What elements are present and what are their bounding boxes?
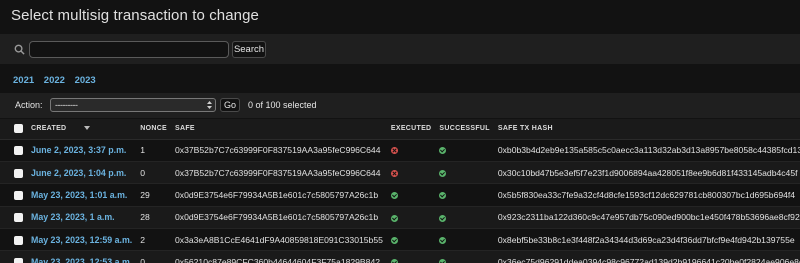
safe-tx-hash-cell: 0x923c2311ba122d360c9c47e957db75c090ed90… [493, 206, 800, 230]
successful-cell [435, 228, 494, 252]
row-checkbox[interactable] [14, 168, 23, 178]
nonce-cell: 29 [136, 183, 172, 207]
row-checkbox-cell [0, 161, 27, 185]
page-title: Select multisig transaction to change [11, 7, 259, 24]
safe-cell: 0x37B52b7C7c63999F0F837519AA3a95feC996C6… [171, 139, 387, 162]
action-select-value: --------- [55, 100, 78, 110]
safe-cell: 0x56210c87e89CFC360b44644604F3F75a1829B8… [171, 250, 387, 263]
created-link[interactable]: May 23, 2023, 1 a.m. [27, 206, 137, 230]
check-circle-icon [439, 147, 447, 155]
table-row: May 23, 2023, 12:53 a.m. 0 0x56210c87e89CF… [0, 250, 800, 263]
successful-cell [435, 206, 494, 230]
nonce-cell: 0 [136, 161, 172, 185]
row-checkbox-cell [0, 206, 27, 230]
safe-tx-hash-cell: 0xb0b3b4d2eb9e135a585c5c0aecc3a113d32ab3… [493, 139, 800, 162]
search-icon [14, 44, 25, 55]
check-circle-icon [439, 169, 447, 177]
select-arrows-icon [207, 101, 212, 109]
selected-count: 0 of 100 selected [248, 100, 317, 110]
successful-cell [435, 161, 494, 185]
row-checkbox-cell [0, 183, 27, 207]
action-select[interactable]: --------- [50, 98, 216, 112]
check-circle-icon [439, 236, 447, 244]
check-circle-icon [390, 236, 398, 244]
executed-cell [386, 139, 436, 162]
column-header-safe-tx-hash[interactable]: SAFE TX HASH [493, 119, 800, 140]
created-link[interactable]: May 23, 2023, 1:01 a.m. [27, 183, 137, 207]
nonce-cell: 28 [136, 206, 172, 230]
year-link-2021[interactable]: 2021 [13, 75, 34, 86]
row-checkbox[interactable] [14, 146, 23, 156]
table-header-row: CREATED NONCE SAFE EXECUTED SUCCESSFUL S… [0, 119, 800, 140]
safe-tx-hash-cell: 0x5b5f830ea33c7fe9a32cf4d8cfe1593cf12dc6… [493, 183, 800, 207]
created-link[interactable]: June 2, 2023, 1:04 p.m. [27, 161, 137, 185]
cross-circle-icon [390, 169, 398, 177]
executed-cell [386, 206, 436, 230]
table-row: May 23, 2023, 12:59 a.m. 2 0x3a3eA8B1CcE46… [0, 228, 800, 252]
column-header-executed[interactable]: EXECUTED [386, 119, 436, 140]
check-circle-icon [439, 214, 447, 222]
row-checkbox-cell [0, 139, 27, 162]
table-row: May 23, 2023, 1 a.m. 28 0x0d9E3754e6F79934… [0, 206, 800, 230]
successful-cell [435, 139, 494, 162]
check-circle-icon [390, 214, 398, 222]
cross-circle-icon [390, 147, 398, 155]
sort-desc-icon[interactable] [84, 126, 91, 131]
year-link-2023[interactable]: 2023 [75, 75, 96, 86]
go-button[interactable]: Go [220, 98, 240, 112]
check-circle-icon [439, 259, 447, 263]
row-checkbox[interactable] [14, 213, 23, 223]
search-button[interactable]: Search [232, 41, 266, 58]
row-checkbox[interactable] [14, 235, 23, 245]
executed-cell [386, 228, 436, 252]
column-header-created[interactable]: CREATED [27, 119, 137, 140]
safe-cell: 0x0d9E3754e6F79934A5B1e601c7c5805797A26c… [171, 183, 387, 207]
column-header-safe[interactable]: SAFE [171, 119, 387, 140]
nonce-cell: 2 [136, 228, 172, 252]
safe-tx-hash-cell: 0x8ebf5be33b8c1e3f448f2a34344d3d69ca23d4… [493, 228, 800, 252]
year-link-2022[interactable]: 2022 [44, 75, 65, 86]
check-circle-icon [390, 192, 398, 200]
results-table: CREATED NONCE SAFE EXECUTED SUCCESSFUL S… [0, 119, 800, 263]
nonce-cell: 0 [136, 250, 172, 263]
row-checkbox[interactable] [14, 191, 23, 201]
executed-cell [386, 250, 436, 263]
table-row: June 2, 2023, 3:37 p.m. 1 0x37B52b7C7c6399… [0, 139, 800, 162]
created-link[interactable]: May 23, 2023, 12:53 a.m. [27, 250, 137, 263]
executed-cell [386, 183, 436, 207]
check-circle-icon [390, 259, 398, 263]
column-header-nonce[interactable]: NONCE [136, 119, 172, 140]
row-checkbox-cell [0, 250, 27, 263]
actions-bar: Action: --------- Go 0 of 100 selected [0, 93, 800, 118]
date-hierarchy: 2021 2022 2023 [13, 75, 103, 86]
check-circle-icon [439, 192, 447, 200]
select-all-checkbox[interactable] [14, 124, 23, 134]
row-checkbox[interactable] [14, 258, 23, 263]
safe-cell: 0x37B52b7C7c63999F0F837519AA3a95feC996C6… [171, 161, 387, 185]
table-row: June 2, 2023, 1:04 p.m. 0 0x37B52b7C7c6399… [0, 161, 800, 185]
safe-cell: 0x0d9E3754e6F79934A5B1e601c7c5805797A26c… [171, 206, 387, 230]
created-link[interactable]: June 2, 2023, 3:37 p.m. [27, 139, 137, 162]
safe-tx-hash-cell: 0x30c10bd47b5e3ef5f7e23f1d9006894aa42805… [493, 161, 800, 185]
nonce-cell: 1 [136, 139, 172, 162]
column-header-successful[interactable]: SUCCESSFUL [435, 119, 494, 140]
action-label: Action: [15, 100, 43, 110]
search-input[interactable] [29, 41, 229, 58]
successful-cell [435, 250, 494, 263]
successful-cell [435, 183, 494, 207]
safe-cell: 0x3a3eA8B1CcE4641dF9A40859818E091C33015b… [171, 228, 387, 252]
executed-cell [386, 161, 436, 185]
search-toolbar: Search [0, 34, 800, 64]
safe-tx-hash-cell: 0x36ec75d96291ddea0394c98c96772ad139d2b9… [493, 250, 800, 263]
row-checkbox-cell [0, 228, 27, 252]
table-row: May 23, 2023, 1:01 a.m. 29 0x0d9E3754e6F79… [0, 183, 800, 207]
created-link[interactable]: May 23, 2023, 12:59 a.m. [27, 228, 137, 252]
